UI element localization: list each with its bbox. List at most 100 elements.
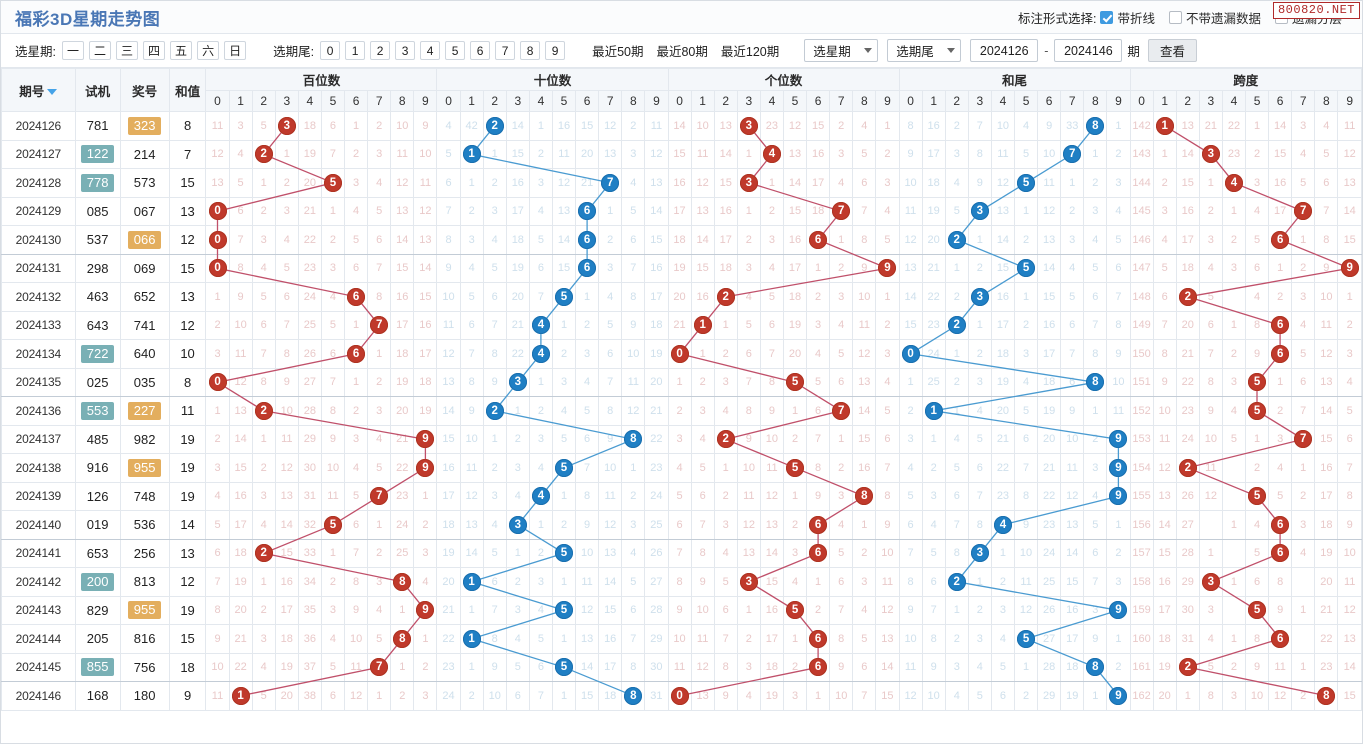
cell-sumtail-2: 7 [944, 510, 969, 540]
tail-button-6[interactable]: 6 [470, 41, 491, 60]
miss-count: 13 [696, 689, 709, 702]
miss-count: 2 [468, 689, 475, 702]
range-from-input[interactable]: 2024126 [970, 39, 1039, 62]
checkbox-no-miss-data-icon[interactable] [1168, 10, 1182, 24]
table-row[interactable]: 2024133 643 741 12 2 10 6 7 25 5 1 7 17 16 11 6 7 21 4 1 2 5 9… [1, 310, 1362, 340]
cell-sumtail-2: 3 [944, 139, 969, 169]
quick-link-recent-50[interactable]: 最近50期 [592, 41, 643, 60]
cell-tens-8: 5 [621, 567, 646, 597]
table-row[interactable]: 2024134 722 640 10 3 11 7 8 26 6 6 1 18 17 12 7 8 22 4 2 3 6 1… [1, 339, 1362, 369]
miss-count: 1 [468, 604, 475, 617]
cell-hundreds-6: 6 [344, 339, 369, 369]
miss-count: 7 [468, 347, 475, 360]
miss-count: 1 [214, 404, 221, 417]
table-row[interactable]: 2024130 537 066 12 0 7 3 4 22 2 5 6 14 13 8 3 4 18 5 14 6 2 6 1… [1, 225, 1362, 255]
weekday-button-6[interactable]: 六 [197, 41, 220, 60]
column-header-issue[interactable]: 期号 [1, 68, 76, 112]
weekday-button-5[interactable]: 五 [170, 41, 193, 60]
tail-button-5[interactable]: 5 [445, 41, 466, 60]
quick-link-recent-80[interactable]: 最近80期 [656, 41, 707, 60]
cell-span-8: 19 [1314, 538, 1339, 568]
table-row[interactable]: 2024135 025 035 8 0 12 8 9 27 7 1 2 19 18 13 8 9 3 1 3 4 7 11 2… [1, 367, 1362, 397]
table-row[interactable]: 2024138 916 955 19 3 15 2 12 30 10 4 5 22 9 16 11 2 3 4 5 7 1… [1, 453, 1362, 483]
tail-button-2[interactable]: 2 [370, 41, 391, 60]
cell-tens-2: 4 [482, 225, 507, 255]
table-row[interactable]: 2024140 019 536 14 5 17 4 14 32 5 6 1 24 2 18 13 4 3 1 2 9 12… [1, 510, 1362, 540]
tail-button-7[interactable]: 7 [495, 41, 516, 60]
tail-select[interactable]: 选期尾 [887, 39, 962, 62]
weekday-button-3[interactable]: 三 [116, 41, 139, 60]
weekday-button-4[interactable]: 四 [143, 41, 166, 60]
cell-tens-6: 9 [575, 510, 600, 540]
cell-sumtail-9: 1 [1106, 510, 1131, 540]
cell-span-5: 6 [1244, 567, 1270, 597]
cell-test: 200 [74, 567, 121, 597]
quick-link-recent-120[interactable]: 最近120期 [721, 41, 779, 60]
hit-ball-sumtail: 7 [1063, 145, 1082, 164]
table-row[interactable]: 2024129 085 067 13 0 6 2 3 21 1 4 5 13 12 7 2 3 17 4 13 6 1 5 1… [1, 196, 1362, 226]
table-row[interactable]: 2024141 653 256 13 6 18 2 15 33 1 7 2 25 3 19 14 5 1 2 5 10 1… [1, 538, 1362, 568]
miss-count: 5 [1277, 490, 1284, 503]
cell-tens-3: 4 [505, 481, 530, 511]
tail-button-9[interactable]: 9 [545, 41, 566, 60]
miss-count: 5 [607, 319, 614, 332]
table-row[interactable]: 2024136 553 227 11 1 13 2 10 28 8 2 3 20 19 14 9 2 1 2 4 5 8 1… [1, 396, 1362, 426]
miss-count: 6 [1253, 262, 1261, 275]
weekday-button-1[interactable]: 一 [61, 41, 84, 60]
miss-count: 5 [491, 262, 498, 275]
cell-units-7: 3 [829, 282, 854, 312]
table-row[interactable]: 2024131 298 069 15 0 8 4 5 23 3 6 7 15 14 9 4 5 19 6 15 6 3 7 1… [1, 253, 1362, 283]
cell-span-7: 2 [1291, 253, 1316, 283]
weekday-button-2[interactable]: 二 [89, 41, 112, 60]
table-row[interactable]: 2024126 781 323 8 11 3 5 3 18 6 1 2 10 9 4 42 2 14 1 16 15 12… [1, 111, 1362, 141]
tail-button-4[interactable]: 4 [420, 41, 441, 60]
view-button[interactable]: 查看 [1147, 39, 1197, 62]
cell-tens-2: 5 [482, 253, 507, 283]
cell-sumtail-8: 1 [1083, 139, 1108, 169]
cell-tens-3: 3 [505, 510, 530, 540]
tail-button-1[interactable]: 1 [345, 41, 366, 60]
table-row[interactable]: 2024139 126 748 19 4 16 3 13 31 11 5 7 23 1 17 12 3 4 4 1 8 1… [1, 481, 1362, 511]
miss-count: 14 [1343, 661, 1356, 674]
miss-count: 10 [1043, 148, 1056, 161]
cell-span-0: 153 [1129, 424, 1154, 454]
table-row[interactable]: 2024127 122 214 7 12 4 2 1 19 7 2 3 11 10 5 1 1 15 2 11 20 13… [1, 139, 1362, 169]
table-row[interactable]: 2024142 200 813 12 7 19 1 16 34 2 8 3 8 4 20 1 6 2 3 1 11 14 5… [1, 567, 1362, 597]
cell-span-0: 155 [1129, 481, 1154, 511]
table-row[interactable]: 2024128 778 573 15 13 5 1 2 20 5 3 4 12 11 6 1 2 16 3 12 21 7… [1, 168, 1362, 198]
hit-ball-units: 1 [693, 316, 712, 335]
tail-button-0[interactable]: 0 [320, 41, 341, 60]
hit-ball-tens: 6 [578, 230, 597, 249]
table-row[interactable]: 2024132 463 652 13 1 9 5 6 24 4 6 8 16 15 10 5 6 20 7 5 1 4 8 1… [1, 282, 1362, 312]
table-row[interactable]: 2024143 829 955 19 8 20 2 17 35 3 9 4 1 9 21 1 7 3 4 5 12 15 6… [1, 595, 1362, 625]
cell-span-0: 156 [1129, 510, 1154, 540]
miss-count: 13 [996, 205, 1010, 218]
option-polyline[interactable]: 带折线 [1100, 8, 1155, 27]
miss-count: 3 [422, 689, 429, 702]
miss-count: 1 [584, 290, 591, 303]
tail-button-8[interactable]: 8 [520, 41, 541, 60]
table-row[interactable]: 2024146 168 180 9 11 1 5 20 38 6 12 1 2 3 24 2 10 6 7 1 15 18… [1, 681, 1362, 711]
checkbox-polyline-icon[interactable] [1100, 10, 1114, 24]
option-no-miss-data[interactable]: 不带遗漏数据 [1168, 8, 1261, 27]
cell-units-1: 11 [690, 139, 715, 169]
table-row[interactable]: 2024137 485 982 19 2 14 1 11 29 9 3 4 21 9 15 10 1 2 3 5 6 9 8… [1, 424, 1362, 454]
weekday-button-7[interactable]: 日 [224, 41, 247, 60]
sort-descending-icon[interactable] [47, 89, 58, 96]
cell-sumtail-7: 18 [1060, 652, 1085, 682]
range-to-input[interactable]: 2024146 [1054, 39, 1123, 62]
cell-units-6: 16 [806, 139, 831, 169]
table-row[interactable]: 2024144 205 816 15 9 21 3 18 36 4 10 5 8 1 22 1 8 4 5 1 13 16… [1, 624, 1362, 654]
cell-sumtail-1: 8 [921, 624, 946, 654]
tail-button-3[interactable]: 3 [395, 41, 416, 60]
cell-issue: 2024138 [1, 453, 76, 483]
miss-count: 9 [1092, 632, 1099, 645]
cell-span-7: 7 [1291, 196, 1316, 226]
cell-sumtail-1: 4 [921, 510, 946, 540]
miss-count: 2 [745, 233, 752, 246]
weekday-select[interactable]: 选星期 [804, 39, 879, 62]
miss-count: 10 [234, 319, 247, 332]
miss-count: 1 [514, 404, 521, 417]
table-row[interactable]: 2024145 855 756 18 10 22 4 19 37 5 11 7 1 2 23 1 9 5 6 5 14 1… [1, 652, 1362, 682]
miss-count: 2 [745, 632, 752, 645]
